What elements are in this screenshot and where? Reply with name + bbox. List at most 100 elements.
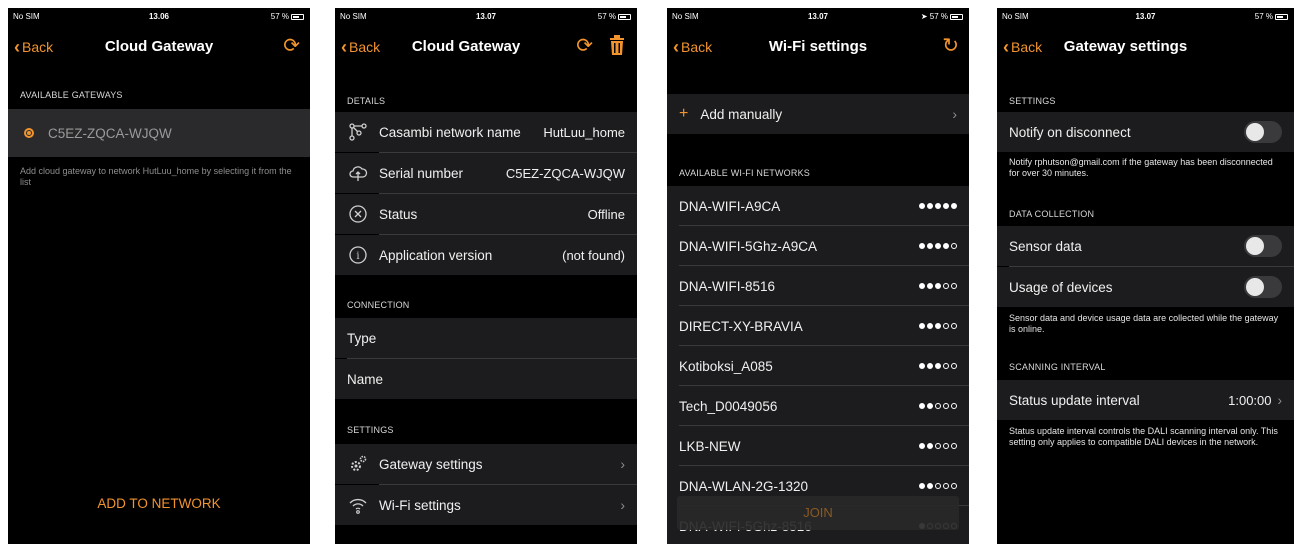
status-bar: No SIM 13.06 57 %: [8, 8, 310, 26]
signal-dot: [943, 363, 949, 369]
detail-row-app-version: i Application version (not found): [335, 235, 637, 275]
signal-strength-icon: [919, 323, 957, 329]
section-header-connection: CONNECTION: [347, 300, 410, 310]
wifi-network-name: Kotiboksi_A085: [679, 358, 773, 374]
svg-text:i: i: [356, 251, 359, 262]
wifi-network-row[interactable]: DNA-WIFI-8516: [667, 266, 969, 306]
settings-row-wifi[interactable]: Wi-Fi settings ›: [335, 485, 637, 525]
usage-label: Usage of devices: [1009, 279, 1113, 295]
signal-dot: [919, 443, 925, 449]
wifi-network-name: LKB-NEW: [679, 438, 741, 454]
signal-dot: [935, 483, 941, 489]
signal-dot: [919, 323, 925, 329]
add-to-network-button[interactable]: ADD TO NETWORK: [8, 496, 310, 511]
battery: 57 %: [598, 12, 631, 21]
signal-dot: [943, 283, 949, 289]
signal-dot: [927, 443, 933, 449]
interval-label: Status update interval: [1009, 392, 1140, 408]
signal-dot: [927, 283, 933, 289]
signal-dot: [919, 203, 925, 209]
signal-dot: [951, 323, 957, 329]
chevron-right-icon: ›: [620, 497, 625, 513]
section-header-scan: SCANNING INTERVAL: [1009, 362, 1106, 372]
reload-icon[interactable]: ↻: [942, 33, 959, 58]
trash-icon[interactable]: [609, 35, 625, 60]
signal-dot: [919, 483, 925, 489]
wifi-network-row[interactable]: Tech_D0049056: [667, 386, 969, 426]
signal-dot: [927, 483, 933, 489]
signal-strength-icon: [919, 243, 957, 249]
signal-dot: [919, 243, 925, 249]
wifi-network-row[interactable]: DNA-WIFI-A9CA: [667, 186, 969, 226]
section-header-settings: SETTINGS: [1009, 96, 1056, 106]
refresh-icon[interactable]: ⟳: [283, 33, 300, 58]
radio-selected-icon: [24, 128, 34, 138]
wifi-network-row[interactable]: LKB-NEW: [667, 426, 969, 466]
connection-row-type: Type: [335, 318, 637, 358]
add-manually-label: Add manually: [700, 106, 783, 122]
gateway-list-item[interactable]: C5EZ-ZQCA-WJQW: [8, 109, 310, 157]
wifi-network-name: Tech_D0049056: [679, 398, 778, 414]
detail-row-status: Status Offline: [335, 194, 637, 234]
detail-row-network-name: Casambi network name HutLuu_home: [335, 112, 637, 152]
settings-row-gateway[interactable]: Gateway settings ›: [335, 444, 637, 484]
signal-dot: [927, 403, 933, 409]
chevron-right-icon: ›: [620, 456, 625, 472]
signal-dot: [951, 403, 957, 409]
signal-strength-icon: [919, 203, 957, 209]
wifi-network-name: DNA-WLAN-2G-1320: [679, 478, 809, 494]
detail-label: Casambi network name: [379, 124, 521, 140]
notify-toggle[interactable]: [1244, 121, 1282, 143]
wifi-icon: [347, 494, 369, 516]
battery-icon: [291, 14, 304, 20]
location-icon: ➤: [920, 12, 930, 21]
detail-label: Serial number: [379, 165, 464, 181]
usage-devices-row: Usage of devices: [997, 267, 1294, 307]
wifi-network-row[interactable]: DNA-WIFI-5Ghz-A9CA: [667, 226, 969, 266]
detail-label: Application version: [379, 247, 493, 263]
section-header-networks: AVAILABLE WI-FI NETWORKS: [679, 168, 810, 178]
status-bar: No SIM 13.07 57 %: [997, 8, 1294, 26]
signal-strength-icon: [919, 483, 957, 489]
wifi-network-name: DNA-WIFI-8516: [679, 278, 776, 294]
refresh-icon[interactable]: ⟳: [576, 33, 593, 58]
signal-dot: [927, 243, 933, 249]
info-icon: i: [347, 244, 369, 266]
notify-note: Notify rphutson@gmail.com if the gateway…: [1009, 157, 1273, 178]
detail-value: (not found): [562, 247, 625, 263]
signal-strength-icon: [919, 403, 957, 409]
connection-label: Name: [347, 371, 384, 387]
sensor-label: Sensor data: [1009, 238, 1082, 254]
signal-strength-icon: [919, 283, 957, 289]
page-title: Gateway settings: [1063, 38, 1188, 55]
sensor-toggle[interactable]: [1244, 235, 1282, 257]
chevron-right-icon: ›: [1277, 392, 1283, 408]
usage-toggle[interactable]: [1244, 276, 1282, 298]
add-manually-row[interactable]: + Add manually ›: [667, 94, 969, 134]
signal-dot: [951, 483, 957, 489]
clock: 13.06: [148, 12, 170, 21]
signal-dot: [919, 283, 925, 289]
status-interval-row[interactable]: Status update interval 1:00:00 ›: [997, 380, 1294, 420]
status-bar: No SIM 13.07 57 %: [335, 8, 637, 26]
wifi-network-row[interactable]: Kotiboksi_A085: [667, 346, 969, 386]
signal-dot: [935, 323, 941, 329]
connection-label: Type: [347, 330, 377, 346]
signal-dot: [935, 443, 941, 449]
battery: 57 %: [1255, 12, 1288, 21]
signal-dot: [935, 203, 941, 209]
settings-label: Wi-Fi settings: [379, 497, 461, 513]
join-button[interactable]: JOIN: [677, 496, 959, 530]
detail-label: Status: [379, 206, 418, 222]
sensor-data-row: Sensor data: [997, 226, 1294, 266]
status-x-icon: [347, 203, 369, 225]
section-header-settings: SETTINGS: [347, 425, 394, 435]
wifi-network-row[interactable]: DIRECT-XY-BRAVIA: [667, 306, 969, 346]
battery: 57 %: [271, 12, 304, 21]
signal-dot: [943, 443, 949, 449]
signal-dot: [943, 243, 949, 249]
signal-dot: [927, 323, 933, 329]
screen-cloud-gateway-list: No SIM 13.06 57 % ‹ Back Cloud Gateway ⟳ …: [8, 8, 310, 544]
detail-value: Offline: [587, 206, 625, 222]
status-bar: No SIM 13.07 ➤ 57 %: [667, 8, 969, 26]
